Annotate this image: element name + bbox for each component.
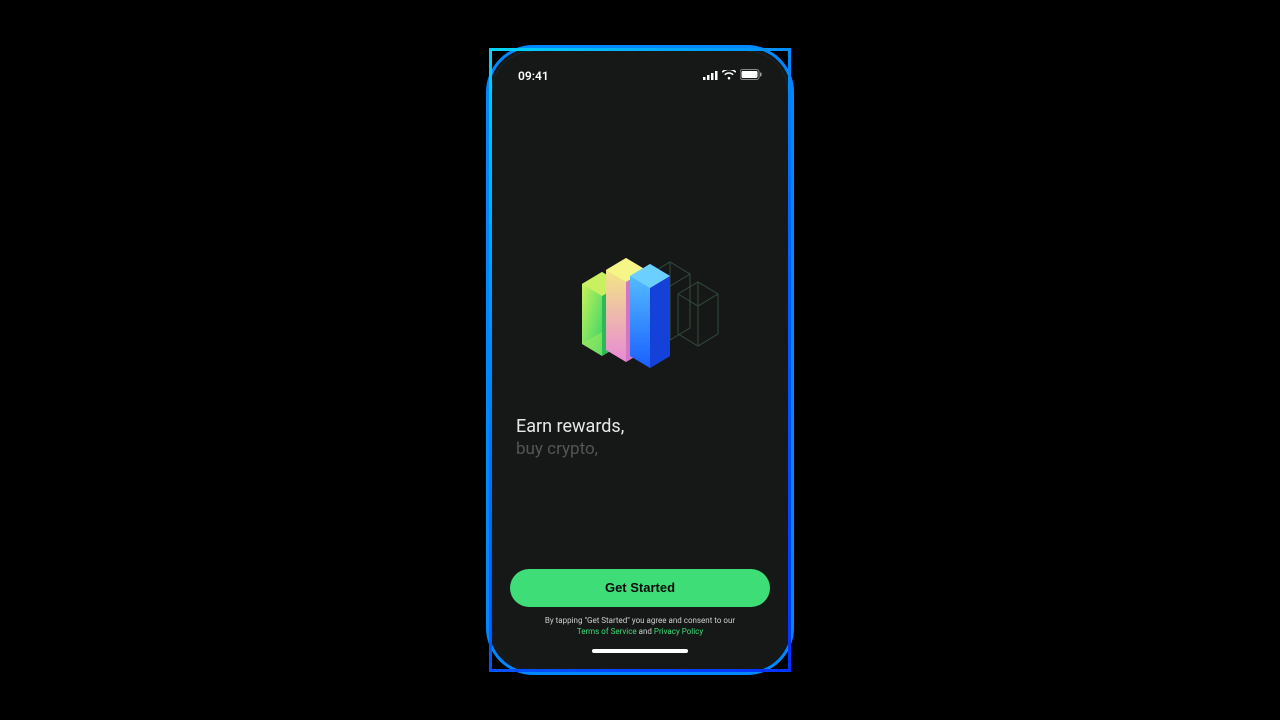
headline-primary: Earn rewards, [516,416,764,437]
battery-icon [740,69,762,83]
phone-volume-up [489,199,490,237]
phone-power-button [790,219,791,279]
screen: 09:41 [492,51,788,669]
bars-3d-illustration [550,236,730,376]
phone-frame: 09:41 [489,48,791,672]
privacy-policy-link[interactable]: Privacy Policy [654,627,703,636]
terms-of-service-link[interactable]: Terms of Service [577,627,637,636]
get-started-button[interactable]: Get Started [510,569,770,607]
headline-block: Earn rewards, buy crypto, [506,416,774,459]
status-bar: 09:41 [506,65,774,87]
hero-area: Earn rewards, buy crypto, [506,87,774,569]
home-indicator[interactable] [592,649,688,653]
signal-icon [703,69,718,83]
status-time: 09:41 [518,69,549,83]
cta-area: Get Started By tapping "Get Started" you… [506,569,774,659]
consent-text: By tapping "Get Started" you agree and c… [510,615,770,637]
consent-prefix: By tapping "Get Started" you agree and c… [545,616,735,625]
phone-volume-down [489,245,490,283]
consent-and: and [637,627,654,636]
status-icons [703,69,762,83]
phone-mute-switch [489,163,490,185]
headline-secondary: buy crypto, [516,439,764,459]
wifi-icon [722,69,736,83]
